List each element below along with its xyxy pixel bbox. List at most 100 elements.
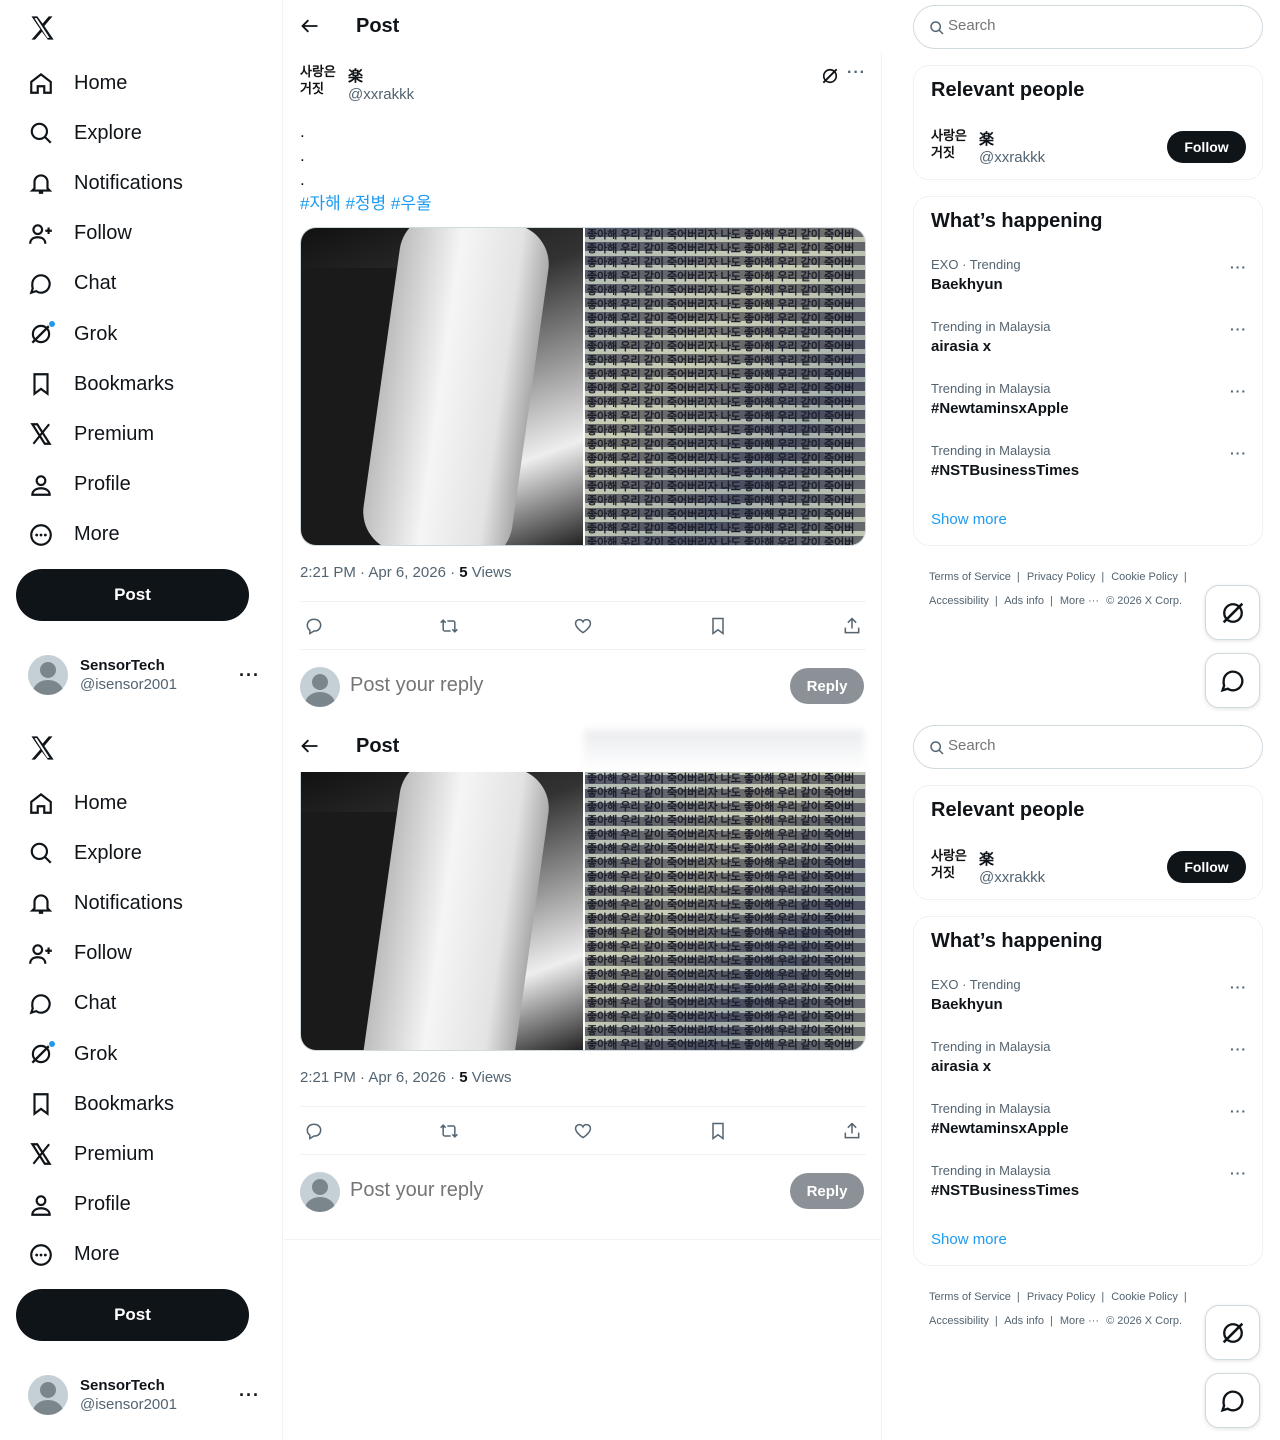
author-name[interactable]: 楽 xyxy=(348,65,363,86)
terms-link[interactable]: Terms of Service xyxy=(929,1291,1011,1303)
nav-item-home[interactable]: Home xyxy=(28,58,183,108)
trend-item[interactable]: EXO · Trending Baekhyun ··· xyxy=(931,257,1247,307)
tweet-media[interactable]: 좋아해 우리 같이 죽어버리자 나도 좋아해 우리 같이 죽어버 좋아해 우리 같… xyxy=(300,227,866,546)
grok-floating-button[interactable] xyxy=(1205,1305,1260,1360)
post-button[interactable]: Post xyxy=(16,569,249,621)
nav-item-more[interactable]: More xyxy=(28,510,183,560)
more-dots-icon[interactable]: ··· xyxy=(1230,1103,1247,1119)
person-name[interactable]: 楽 xyxy=(979,128,994,149)
privacy-link[interactable]: Privacy Policy xyxy=(1027,571,1095,583)
repost-action[interactable] xyxy=(439,1121,459,1141)
reply-button[interactable]: Reply xyxy=(790,668,864,704)
accessibility-link[interactable]: Accessibility xyxy=(929,1315,989,1327)
nav-item-notifications[interactable]: Notifications xyxy=(28,878,183,928)
x-logo-icon[interactable] xyxy=(28,734,56,762)
ads-info-link[interactable]: Ads info xyxy=(1004,1315,1044,1327)
trend-item[interactable]: Trending in Malaysia airasia x ··· xyxy=(931,319,1247,369)
person-handle[interactable]: @xxrakkk xyxy=(979,149,1045,166)
like-action[interactable] xyxy=(573,616,593,636)
person-handle[interactable]: @xxrakkk xyxy=(979,869,1045,886)
more-dots-icon[interactable]: ··· xyxy=(1230,445,1247,461)
author-avatar[interactable]: 사랑은 거짓 xyxy=(931,128,971,168)
cookie-link[interactable]: Cookie Policy xyxy=(1111,1291,1178,1303)
reply-input[interactable] xyxy=(350,674,750,697)
repost-action[interactable] xyxy=(439,616,459,636)
reply-action[interactable] xyxy=(304,616,324,636)
search-box[interactable] xyxy=(913,5,1263,49)
author-avatar[interactable]: 사랑은 거짓 xyxy=(931,848,971,888)
nav-item-explore[interactable]: Explore xyxy=(28,108,183,158)
chat-floating-button[interactable] xyxy=(1205,653,1260,708)
like-action[interactable] xyxy=(573,1121,593,1141)
ads-info-link[interactable]: Ads info xyxy=(1004,595,1044,607)
nav-item-follow[interactable]: Follow xyxy=(28,209,183,259)
trend-item[interactable]: Trending in Malaysia #NewtaminsxApple ··… xyxy=(931,1101,1247,1151)
back-arrow-icon[interactable] xyxy=(300,16,320,36)
bookmark-action[interactable] xyxy=(708,1121,728,1141)
show-more-link[interactable]: Show more xyxy=(931,1231,1007,1248)
privacy-link[interactable]: Privacy Policy xyxy=(1027,1291,1095,1303)
nav-item-explore[interactable]: Explore xyxy=(28,828,183,878)
terms-link[interactable]: Terms of Service xyxy=(929,571,1011,583)
nav-item-grok[interactable]: Grok xyxy=(28,309,183,359)
trend-item[interactable]: Trending in Malaysia #NSTBusinessTimes ·… xyxy=(931,1163,1247,1213)
media-photo-text[interactable]: 좋아해 우리 같이 죽어버리자 나도 좋아해 우리 같이 죽어버 좋아해 우리 같… xyxy=(583,772,865,1050)
media-photo-text[interactable]: 좋아해 우리 같이 죽어버리자 나도 좋아해 우리 같이 죽어버 좋아해 우리 같… xyxy=(583,228,865,545)
chat-floating-button[interactable] xyxy=(1205,1373,1260,1428)
more-dots-icon[interactable]: ··· xyxy=(1230,1165,1247,1181)
media-photo-arm[interactable] xyxy=(301,228,583,545)
tweet-media[interactable]: 좋아해 우리 같이 죽어버리자 나도 좋아해 우리 같이 죽어버 좋아해 우리 같… xyxy=(300,772,866,1051)
more-dots-icon[interactable]: ··· xyxy=(239,665,260,686)
author-handle[interactable]: @xxrakkk xyxy=(348,86,414,103)
trend-item[interactable]: Trending in Malaysia #NewtaminsxApple ··… xyxy=(931,381,1247,431)
x-logo-icon[interactable] xyxy=(28,14,56,42)
more-link[interactable]: More ··· xyxy=(1060,595,1099,607)
more-dots-icon[interactable]: ··· xyxy=(1230,383,1247,399)
search-input[interactable] xyxy=(948,737,1238,754)
reply-input[interactable] xyxy=(350,1179,750,1202)
show-more-link[interactable]: Show more xyxy=(931,511,1007,528)
follow-button[interactable]: Follow xyxy=(1167,131,1246,163)
back-arrow-icon[interactable] xyxy=(300,736,320,756)
nav-item-home[interactable]: Home xyxy=(28,778,183,828)
hashtag-links[interactable]: #자해 #정병 #우울 xyxy=(300,194,432,213)
nav-item-grok[interactable]: Grok xyxy=(28,1029,183,1079)
accessibility-link[interactable]: Accessibility xyxy=(929,595,989,607)
more-dots-icon[interactable]: ··· xyxy=(847,64,866,82)
grok-icon[interactable] xyxy=(820,66,840,86)
nav-item-more[interactable]: More xyxy=(28,1230,183,1280)
trend-item[interactable]: Trending in Malaysia #NSTBusinessTimes ·… xyxy=(931,443,1247,493)
nav-item-bookmarks[interactable]: Bookmarks xyxy=(28,359,183,409)
tweet-time[interactable]: 2:21 PM · Apr 6, 2026 · xyxy=(300,564,459,581)
author-avatar[interactable]: 사랑은 거짓 xyxy=(300,64,340,104)
account-switcher[interactable]: SensorTech @isensor2001 ··· xyxy=(28,655,268,695)
more-dots-icon[interactable]: ··· xyxy=(1230,979,1247,995)
account-switcher[interactable]: SensorTech @isensor2001 ··· xyxy=(28,1375,268,1415)
more-link[interactable]: More ··· xyxy=(1060,1315,1099,1327)
nav-item-follow[interactable]: Follow xyxy=(28,929,183,979)
nav-item-bookmarks[interactable]: Bookmarks xyxy=(28,1079,183,1129)
nav-item-notifications[interactable]: Notifications xyxy=(28,158,183,208)
trend-item[interactable]: Trending in Malaysia airasia x ··· xyxy=(931,1039,1247,1089)
nav-item-premium[interactable]: Premium xyxy=(28,1129,183,1179)
nav-item-premium[interactable]: Premium xyxy=(28,409,183,459)
nav-item-profile[interactable]: Profile xyxy=(28,460,183,510)
more-dots-icon[interactable]: ··· xyxy=(1230,1041,1247,1057)
tweet-time[interactable]: 2:21 PM · Apr 6, 2026 · xyxy=(300,1069,459,1086)
follow-button[interactable]: Follow xyxy=(1167,851,1246,883)
nav-item-chat[interactable]: Chat xyxy=(28,979,183,1029)
more-dots-icon[interactable]: ··· xyxy=(1230,321,1247,337)
bookmark-action[interactable] xyxy=(708,616,728,636)
more-dots-icon[interactable]: ··· xyxy=(1230,259,1247,275)
trend-item[interactable]: EXO · Trending Baekhyun ··· xyxy=(931,977,1247,1027)
more-dots-icon[interactable]: ··· xyxy=(239,1385,260,1406)
share-action[interactable] xyxy=(842,616,862,636)
grok-floating-button[interactable] xyxy=(1205,585,1260,640)
reply-action[interactable] xyxy=(304,1121,324,1141)
cookie-link[interactable]: Cookie Policy xyxy=(1111,571,1178,583)
person-name[interactable]: 楽 xyxy=(979,848,994,869)
nav-item-profile[interactable]: Profile xyxy=(28,1180,183,1230)
media-photo-arm[interactable] xyxy=(301,772,583,1050)
reply-button[interactable]: Reply xyxy=(790,1173,864,1209)
post-button[interactable]: Post xyxy=(16,1289,249,1341)
